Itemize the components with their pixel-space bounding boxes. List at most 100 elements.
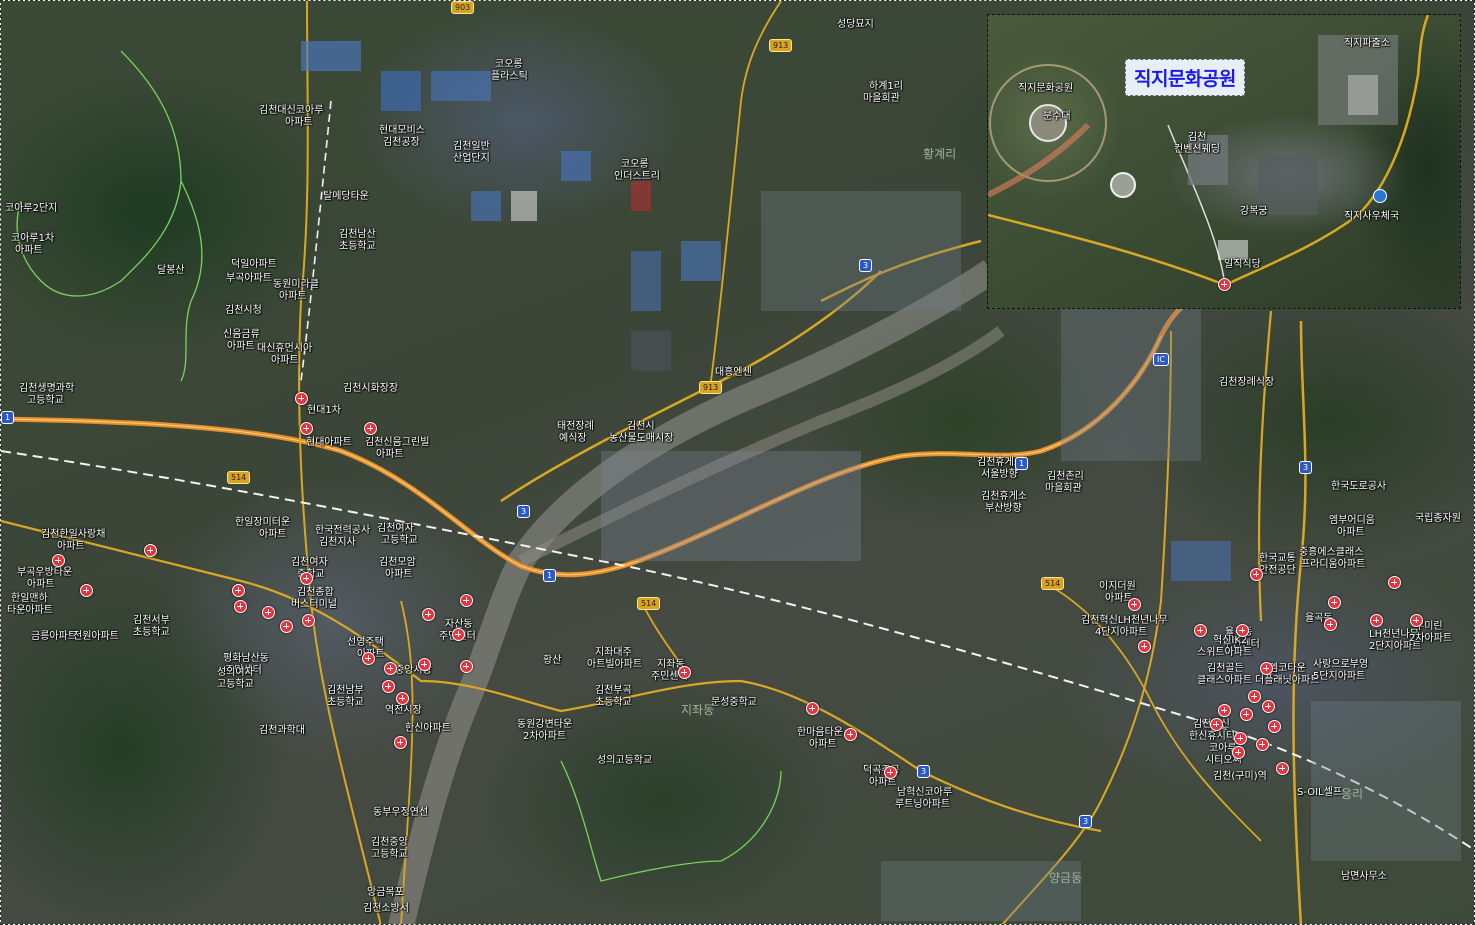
hospital-pin-icon[interactable] — [394, 736, 407, 749]
hospital-pin-icon[interactable] — [1324, 618, 1337, 631]
map-label: 중흥에스클래스 — [1299, 547, 1364, 558]
hospital-pin-icon[interactable] — [1218, 278, 1231, 291]
hospital-pin-icon[interactable] — [452, 628, 465, 641]
hospital-pin-icon[interactable] — [362, 652, 375, 665]
map-label: 타운아파트 — [7, 605, 53, 616]
hospital-pin-icon[interactable] — [144, 544, 157, 557]
map-label: 산업단지 — [453, 153, 490, 164]
hospital-pin-icon[interactable] — [844, 728, 857, 741]
hospital-pin-icon[interactable] — [418, 658, 431, 671]
hospital-pin-icon[interactable] — [1194, 624, 1207, 637]
map-label: 성당묘지 — [837, 19, 874, 30]
road-shield: 1 — [1015, 457, 1029, 470]
map-label: 동부우정연선 — [373, 807, 429, 818]
map-label: 대흥엔센 — [715, 367, 752, 378]
inset-map-label: 직지파출소 — [1344, 38, 1390, 49]
hospital-pin-icon[interactable] — [396, 692, 409, 705]
inset-map-label: 직지문화공원 — [1018, 83, 1074, 94]
hospital-pin-icon[interactable] — [280, 620, 293, 633]
hospital-pin-icon[interactable] — [678, 666, 691, 679]
hospital-pin-icon[interactable] — [1232, 746, 1245, 759]
map-label: 선영주택 — [347, 637, 384, 648]
map-label: 예식장 — [559, 433, 587, 444]
hospital-pin-icon[interactable] — [1240, 708, 1253, 721]
hospital-pin-icon[interactable] — [1370, 614, 1383, 627]
hospital-pin-icon[interactable] — [1248, 690, 1261, 703]
hiking-trail — [16, 50, 182, 297]
hospital-pin-icon[interactable] — [300, 422, 313, 435]
road-shield: 913 — [699, 381, 723, 394]
hospital-pin-icon[interactable] — [1236, 624, 1249, 637]
map-label: 프라디움아파트 — [1301, 559, 1366, 570]
map-label: 김천지사 — [319, 537, 356, 548]
local-road-514 — [1, 519, 1102, 833]
hospital-pin-icon[interactable] — [80, 584, 93, 597]
map-label: 아파트 — [259, 529, 287, 540]
inset-map-label: 분수대 — [1043, 111, 1071, 122]
road-shield: 3 — [917, 765, 931, 778]
road-shield: 3 — [1079, 815, 1093, 828]
map-label: 코오롱 — [495, 59, 523, 70]
hospital-pin-icon[interactable] — [460, 594, 473, 607]
hospital-pin-icon[interactable] — [234, 600, 247, 613]
hospital-pin-icon[interactable] — [1250, 568, 1263, 581]
map-label: 코오롱 — [621, 159, 649, 170]
map-label: 국립종자원 — [1415, 513, 1461, 524]
hospital-pin-icon[interactable] — [1388, 576, 1401, 589]
inset-map[interactable]: 직지문화공원 직지파출소 직지문화공원 분수대 김천 컨벤션웨딩 강복궁 직지사우체국 일직식… — [987, 14, 1461, 309]
hospital-pin-icon[interactable] — [1260, 662, 1273, 675]
map-label: 김천여자 — [377, 523, 414, 534]
map-label: 김천장례식장 — [1219, 377, 1275, 388]
hospital-pin-icon[interactable] — [52, 554, 65, 567]
hospital-pin-icon[interactable] — [422, 608, 435, 621]
hospital-pin-icon[interactable] — [382, 680, 395, 693]
map-label: 아파트 — [271, 355, 299, 366]
map-label: 고등학교 — [217, 679, 254, 690]
map-label: 김천종합 — [297, 587, 334, 598]
hospital-pin-icon[interactable] — [1210, 718, 1223, 731]
hospital-pin-icon[interactable] — [884, 766, 897, 779]
map-label: 김천일반 — [453, 141, 490, 152]
map-label: 김천공장 — [383, 137, 420, 148]
map-label: 한국도로공사 — [1331, 481, 1387, 492]
map-label: 아파트 — [27, 579, 55, 590]
hospital-pin-icon[interactable] — [364, 422, 377, 435]
map-label: 이지더원 — [1099, 581, 1136, 592]
map-label: 한일맨하 — [11, 593, 48, 604]
hospital-pin-icon[interactable] — [1268, 720, 1281, 733]
hospital-pin-icon[interactable] — [384, 662, 397, 675]
hospital-pin-icon[interactable] — [1234, 732, 1247, 745]
hospital-pin-icon[interactable] — [302, 614, 315, 627]
bus-stop-icon[interactable] — [1373, 189, 1387, 203]
map-label: 5단지아파트 — [1313, 671, 1366, 682]
map-label: 전원아파트 — [73, 631, 119, 642]
hospital-pin-icon[interactable] — [1410, 614, 1423, 627]
map-label: 엠코타운 — [1269, 663, 1306, 674]
inset-map-label: 강복궁 — [1240, 206, 1268, 217]
map-label: 고등학교 — [371, 849, 408, 860]
hospital-pin-icon[interactable] — [1218, 704, 1231, 717]
road-shield: 1 — [1, 411, 15, 424]
hospital-pin-icon[interactable] — [262, 606, 275, 619]
map-label: 아파트 — [57, 541, 85, 552]
hospital-pin-icon[interactable] — [295, 392, 308, 405]
hospital-pin-icon[interactable] — [232, 584, 245, 597]
hospital-pin-icon[interactable] — [806, 702, 819, 715]
hospital-pin-icon[interactable] — [460, 660, 473, 673]
map-label: 초등학교 — [339, 241, 376, 252]
hospital-pin-icon[interactable] — [1256, 738, 1269, 751]
map-label: 한신휴시티 — [1189, 731, 1235, 742]
hospital-pin-icon[interactable] — [1138, 640, 1151, 653]
hospital-pin-icon[interactable] — [1262, 700, 1275, 713]
hospital-pin-icon[interactable] — [1128, 598, 1141, 611]
hospital-pin-icon[interactable] — [1328, 596, 1341, 609]
map-label: 플라스틱 — [491, 71, 528, 82]
map-label: 엠부어디움 — [1329, 515, 1375, 526]
hospital-pin-icon[interactable] — [300, 572, 313, 585]
hospital-pin-icon[interactable] — [1276, 762, 1289, 775]
map-label: 문성중학교 — [711, 697, 757, 708]
map-label: 김천신음그린빌 — [365, 437, 430, 448]
map-label: 성의고등학교 — [597, 755, 653, 766]
inset-map-label: 김천 — [1188, 132, 1207, 143]
inset-map-label: 직지사우체국 — [1344, 211, 1400, 222]
